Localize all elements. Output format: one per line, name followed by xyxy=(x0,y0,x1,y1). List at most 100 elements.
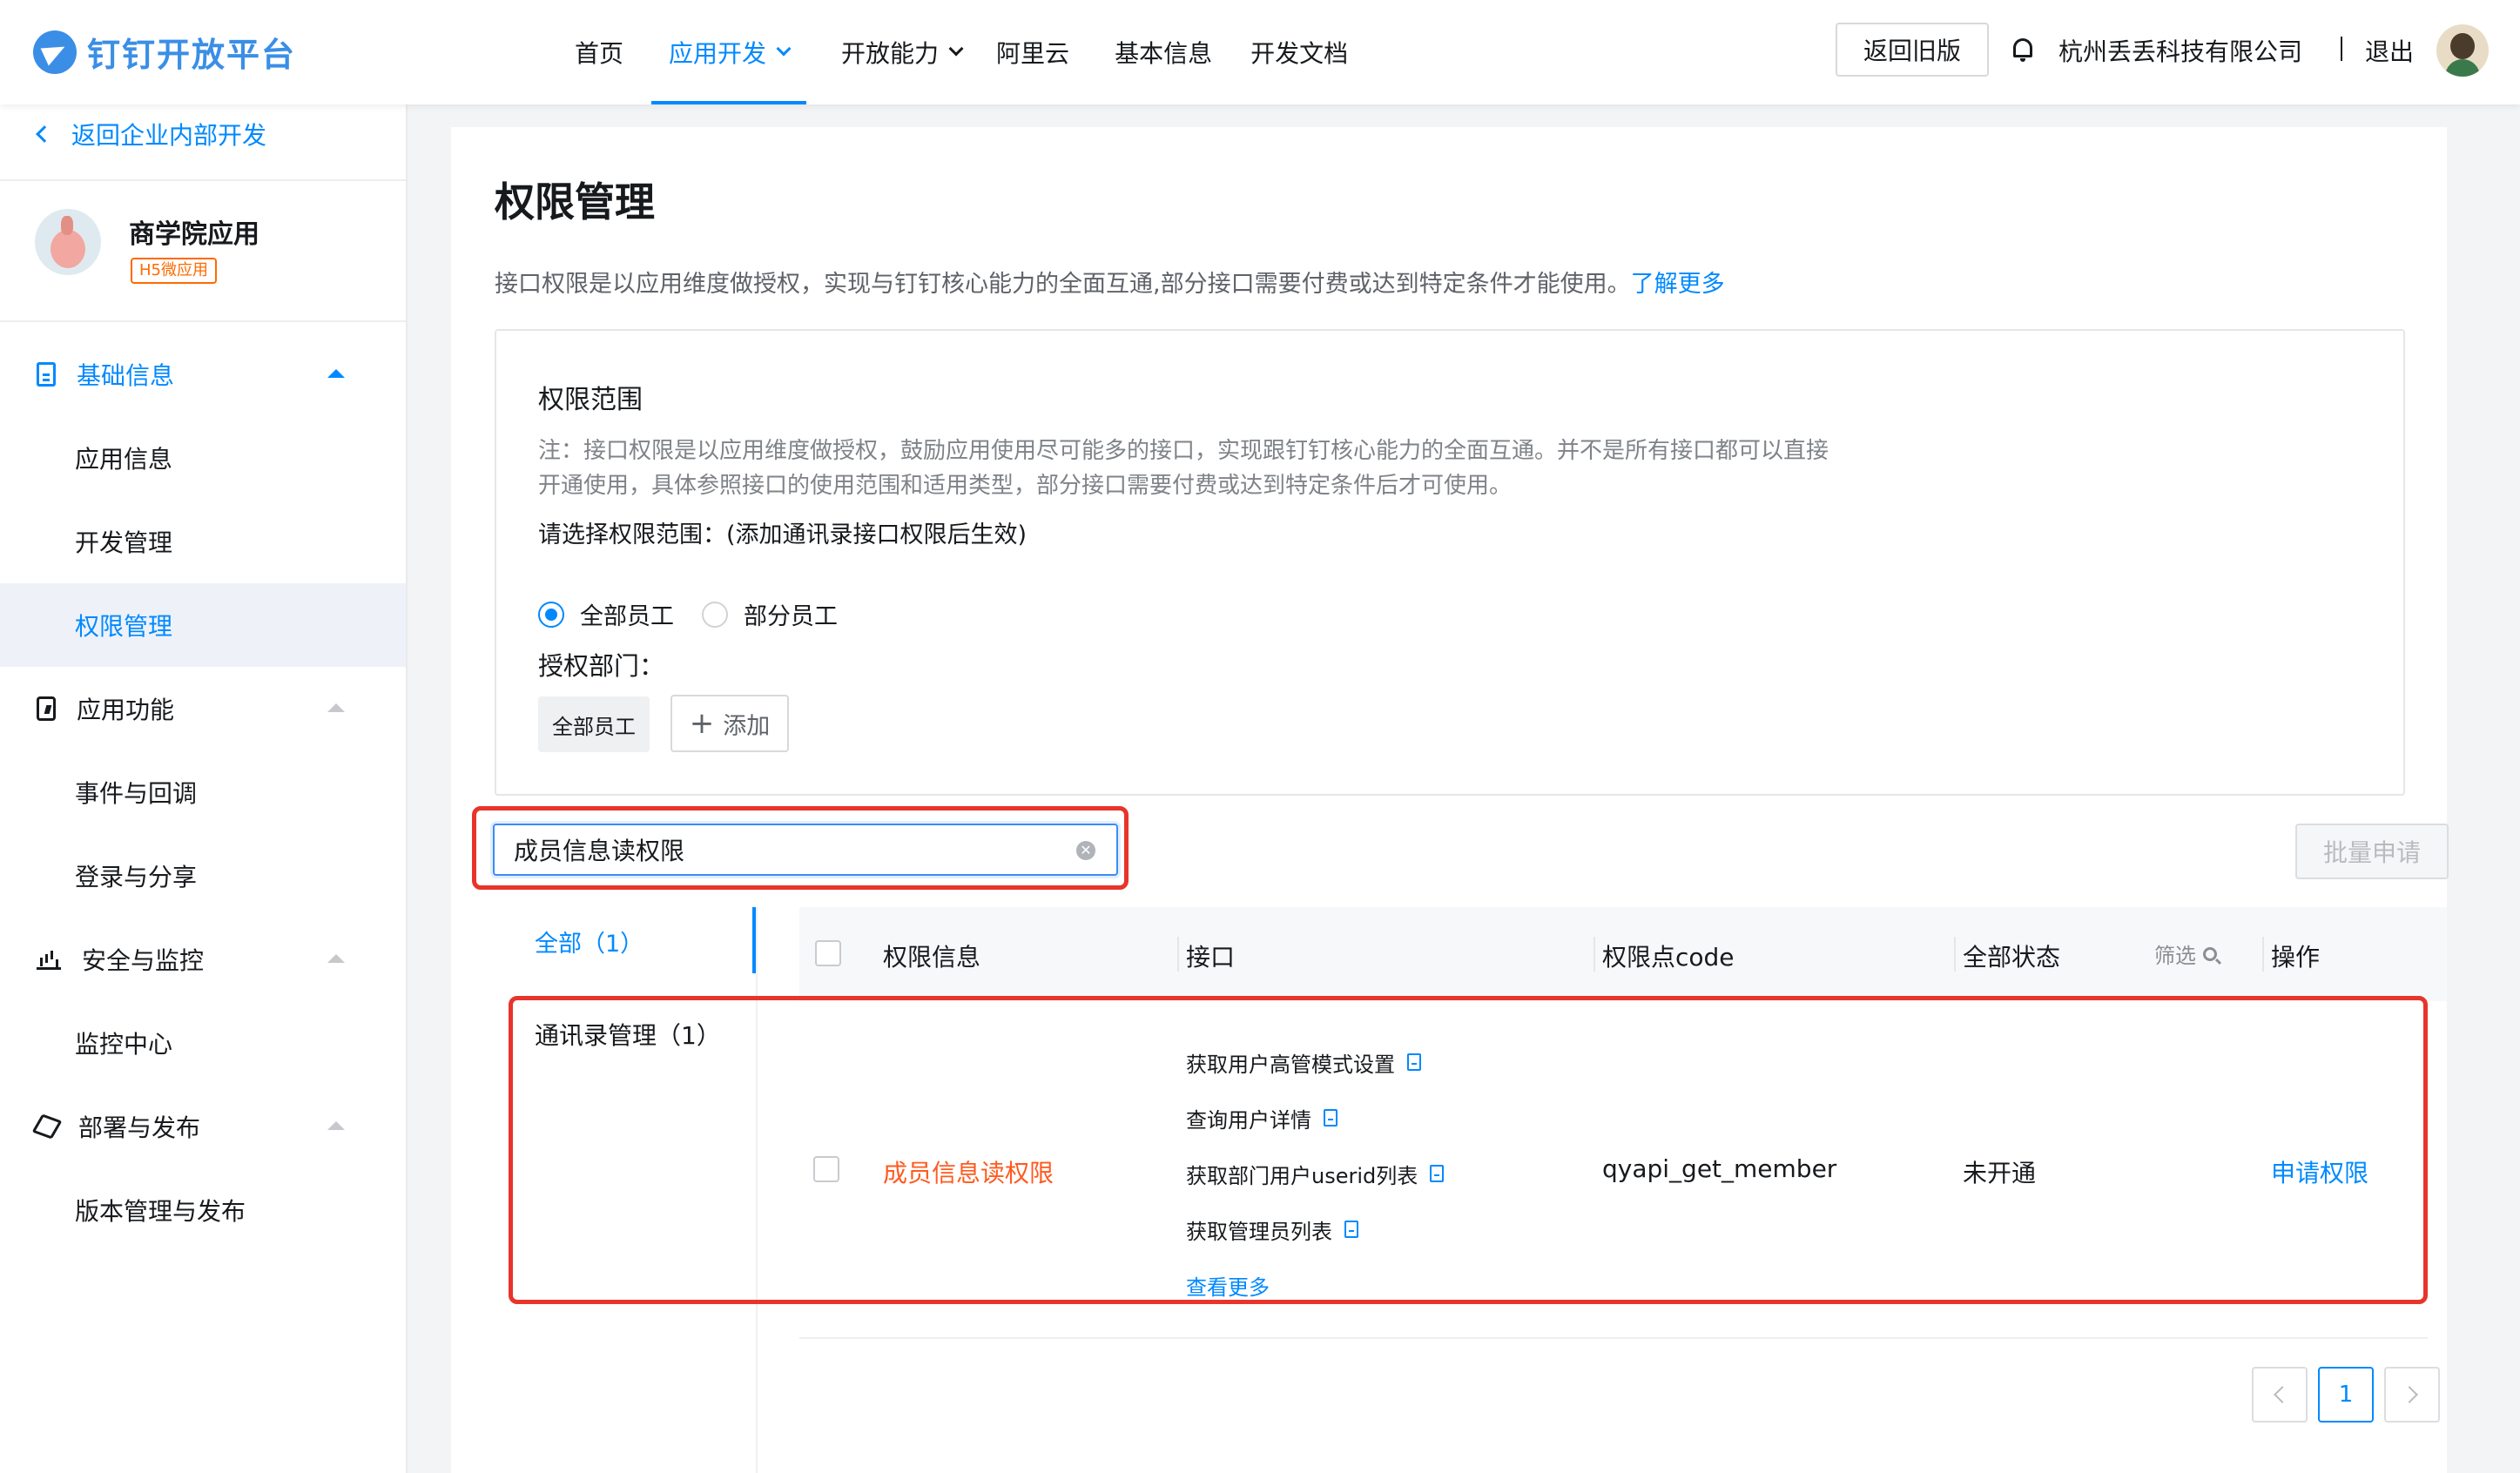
dept-tag: 全部员工 xyxy=(538,696,650,752)
sidebar-group-basic-info[interactable]: 基础信息 xyxy=(0,333,406,416)
view-more-link[interactable]: 查看更多 xyxy=(1186,1257,1444,1313)
scope-radio-group: 全部员工 部分员工 xyxy=(538,597,866,631)
caret-up-icon xyxy=(327,954,345,963)
th-status: 全部状态 xyxy=(1963,943,2061,972)
document-icon[interactable] xyxy=(1430,1165,1445,1182)
sidebar-item-label: 事件与回调 xyxy=(75,779,198,808)
document-icon[interactable] xyxy=(1324,1109,1337,1127)
add-dept-button[interactable]: + 添加 xyxy=(670,695,789,752)
radio-all-staff[interactable] xyxy=(538,601,564,628)
nav-open-abilities[interactable]: 开放能力 xyxy=(824,0,979,104)
th-permission-info: 权限信息 xyxy=(883,943,981,972)
sidebar-item-dev-management[interactable]: 开发管理 xyxy=(0,500,406,583)
sidebar-item-label: 权限管理 xyxy=(75,612,173,641)
apply-permission-link[interactable]: 申请权限 xyxy=(2271,1154,2368,1189)
api-item[interactable]: 获取管理员列表 xyxy=(1186,1201,1444,1257)
app-avatar xyxy=(35,209,101,275)
api-list: 获取用户高管模式设置 查询用户详情 获取部门用户userid列表 获取管理员列表… xyxy=(1186,1034,1445,1313)
clear-icon[interactable]: ✕ xyxy=(1076,841,1095,860)
api-item[interactable]: 获取部门用户userid列表 xyxy=(1186,1146,1445,1201)
document-icon xyxy=(37,362,56,387)
nav-label: 开发文档 xyxy=(1250,39,1349,68)
bell-icon[interactable] xyxy=(2013,38,2032,62)
nav-home[interactable]: 首页 xyxy=(557,0,641,104)
nav-aliyun[interactable]: 阿里云 xyxy=(979,0,1087,104)
nav-label: 阿里云 xyxy=(996,39,1070,68)
chevron-down-icon xyxy=(776,41,792,57)
app-feature-icon xyxy=(37,696,56,721)
dingtalk-logo[interactable]: 钉钉开放平台 xyxy=(33,28,296,76)
sidebar-item-events-callbacks[interactable]: 事件与回调 xyxy=(0,750,406,834)
sidebar-item-label: 登录与分享 xyxy=(75,863,198,891)
avatar[interactable] xyxy=(2436,24,2489,77)
scope-choose-label: 请选择权限范围：(添加通讯录接口权限后生效) xyxy=(538,521,1028,548)
nav-app-dev[interactable]: 应用开发 xyxy=(651,0,807,104)
sidebar-item-login-share[interactable]: 登录与分享 xyxy=(0,834,406,918)
nav-basic-info[interactable]: 基本信息 xyxy=(1097,0,1230,104)
sidebar-item-monitoring-center[interactable]: 监控中心 xyxy=(0,1001,406,1085)
radio-label[interactable]: 部分员工 xyxy=(744,597,838,631)
sidebar-group-security-monitoring[interactable]: 安全与监控 xyxy=(0,918,406,1001)
cube-icon xyxy=(31,1113,63,1140)
company-name[interactable]: 杭州丢丢科技有限公司 xyxy=(2058,33,2302,68)
sidebar-menu: 基础信息 应用信息 开发管理 权限管理 应用功能 事件与回调 登录与分享 安全与… xyxy=(0,333,406,1252)
plus-icon: + xyxy=(689,706,715,741)
column-divider xyxy=(1954,937,1956,972)
scope-title: 权限范围 xyxy=(538,385,643,415)
chevron-down-icon xyxy=(948,41,964,57)
search-icon xyxy=(2203,946,2217,961)
nav-label: 基本信息 xyxy=(1115,39,1213,68)
page-title: 权限管理 xyxy=(495,178,655,225)
row-checkbox[interactable] xyxy=(813,1156,839,1182)
api-name: 获取用户高管模式设置 xyxy=(1186,1052,1395,1077)
select-all-checkbox[interactable] xyxy=(815,940,841,966)
logout-link[interactable]: 退出 xyxy=(2365,33,2414,68)
caret-up-icon xyxy=(327,1121,345,1130)
sidebar-group-app-features[interactable]: 应用功能 xyxy=(0,667,406,750)
dingtalk-logo-icon xyxy=(33,30,77,74)
sidebar-group-label: 应用功能 xyxy=(77,696,175,724)
permission-search-input[interactable] xyxy=(493,824,1118,876)
api-name: 查询用户详情 xyxy=(1186,1107,1311,1133)
logo-text: 钉钉开放平台 xyxy=(87,36,297,74)
row-divider xyxy=(799,1337,2428,1339)
pagination-page-button[interactable]: 1 xyxy=(2318,1367,2374,1423)
document-icon[interactable] xyxy=(1344,1221,1358,1238)
th-action: 操作 xyxy=(2271,943,2321,972)
row-highlight-box xyxy=(509,996,2428,1304)
caret-up-icon xyxy=(327,369,345,378)
filter-label: 筛选 xyxy=(2154,944,2196,968)
sidebar-item-label: 开发管理 xyxy=(75,528,173,557)
document-icon[interactable] xyxy=(1407,1053,1421,1071)
api-item[interactable]: 获取用户高管模式设置 xyxy=(1186,1034,1444,1090)
pagination-prev-button[interactable] xyxy=(2252,1367,2308,1423)
sidebar-item-permission-management[interactable]: 权限管理 xyxy=(0,583,406,667)
learn-more-link[interactable]: 了解更多 xyxy=(1631,271,1725,298)
sidebar-item-version-release[interactable]: 版本管理与发布 xyxy=(0,1168,406,1252)
add-label: 添加 xyxy=(723,712,771,740)
api-name: 获取部门用户userid列表 xyxy=(1186,1163,1418,1188)
nav-label: 首页 xyxy=(575,39,624,68)
pagination-next-button[interactable] xyxy=(2384,1367,2440,1423)
app-type-badge: H5微应用 xyxy=(131,258,217,284)
sidebar-group-label: 基础信息 xyxy=(77,361,175,390)
category-all[interactable]: 全部（1） xyxy=(535,925,643,958)
sidebar-item-app-info[interactable]: 应用信息 xyxy=(0,416,406,500)
api-item[interactable]: 查询用户详情 xyxy=(1186,1090,1444,1146)
bar-chart-icon xyxy=(37,947,61,972)
batch-apply-button[interactable]: 批量申请 xyxy=(2295,824,2449,879)
permission-scope-card: 权限范围 注：接口权限是以应用维度做授权，鼓励应用使用尽可能多的接口，实现跟钉钉… xyxy=(495,329,2405,796)
back-link[interactable]: 返回企业内部开发 xyxy=(36,117,266,151)
sidebar-group-label: 安全与监控 xyxy=(82,946,205,975)
divider xyxy=(2341,37,2342,61)
status-filter[interactable]: 筛选 xyxy=(2154,938,2217,969)
divider xyxy=(0,179,406,181)
radio-partial-staff[interactable] xyxy=(702,601,728,628)
nav-label: 应用开发 xyxy=(669,39,767,68)
app-name: 商学院应用 xyxy=(129,219,259,250)
radio-label[interactable]: 全部员工 xyxy=(580,597,674,631)
return-old-version-button[interactable]: 返回旧版 xyxy=(1836,23,1989,77)
permission-name: 成员信息读权限 xyxy=(883,1159,1054,1187)
sidebar-group-deploy-release[interactable]: 部署与发布 xyxy=(0,1085,406,1168)
nav-dev-docs[interactable]: 开发文档 xyxy=(1233,0,1365,104)
